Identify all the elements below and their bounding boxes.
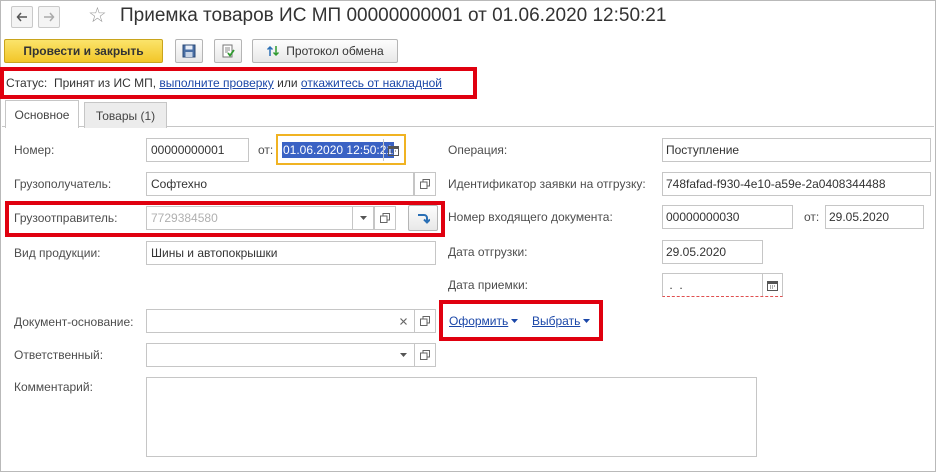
base-doc-open-button[interactable] <box>414 309 436 333</box>
open-window-icon <box>420 350 430 360</box>
close-icon <box>400 317 407 325</box>
shipper-dropdown-button[interactable] <box>352 206 374 230</box>
shipment-id-field[interactable]: 748fafad-f930-4e10-a59e-2a0408344488 <box>662 172 931 196</box>
tab-main[interactable]: Основное <box>5 100 79 128</box>
choose-link-group[interactable]: Выбрать <box>532 314 591 328</box>
arrow-right-icon <box>44 12 55 22</box>
window-title: Приемка товаров ИС МП 00000000001 от 01.… <box>120 5 667 26</box>
open-window-icon <box>420 316 430 326</box>
favorite-star-icon[interactable]: ☆ <box>88 3 107 28</box>
date-field-value: 01.06.2020 12:50:21 <box>282 142 395 158</box>
post-and-close-button[interactable]: Провести и закрыть <box>4 39 163 63</box>
save-icon <box>182 44 196 58</box>
shipment-id-label: Идентификатор заявки на отгрузку: <box>448 177 646 191</box>
status-or: или <box>277 76 298 90</box>
consignee-label: Грузополучатель: <box>14 177 112 191</box>
incoming-doc-field[interactable]: 00000000030 <box>662 205 793 229</box>
curved-arrow-icon <box>418 214 430 224</box>
base-doc-label: Документ-основание: <box>14 315 134 329</box>
arrow-left-icon <box>16 12 27 22</box>
incoming-date-from-label: от: <box>804 210 820 224</box>
tab-goods[interactable]: Товары (1) <box>84 102 167 128</box>
status-text: Принят из ИС МП, <box>53 76 157 90</box>
forward-button[interactable] <box>38 6 60 28</box>
operation-label: Операция: <box>448 143 508 157</box>
refuse-link[interactable]: откажитесь от накладной <box>301 76 442 90</box>
incoming-date-field[interactable]: 29.05.2020 <box>825 205 924 229</box>
product-type-label: Вид продукции: <box>14 246 101 260</box>
responsible-field[interactable] <box>146 343 415 367</box>
exchange-log-label: Протокол обмена <box>286 44 384 58</box>
exchange-log-button[interactable]: Протокол обмена <box>252 39 398 63</box>
responsible-label: Ответственный: <box>14 348 104 362</box>
calendar-icon <box>388 145 399 156</box>
chevron-down-icon <box>511 319 519 323</box>
status-prefix: Статус: <box>6 76 48 90</box>
status-line: Статус: Принят из ИС МП, выполните прове… <box>6 76 442 90</box>
operation-field[interactable]: Поступление <box>662 138 931 162</box>
responsible-open-button[interactable] <box>414 343 436 367</box>
post-document-icon <box>222 44 235 58</box>
accept-date-label: Дата приемки: <box>448 278 528 292</box>
check-link[interactable]: выполните проверку <box>159 76 273 90</box>
choose-link[interactable]: Выбрать <box>532 314 580 328</box>
open-window-icon <box>420 179 430 189</box>
number-field[interactable]: 00000000001 <box>146 138 249 162</box>
shipper-field[interactable]: 7729384580 <box>146 206 374 230</box>
date-from-label: от: <box>258 143 274 157</box>
base-doc-clear-button[interactable] <box>393 309 415 333</box>
accept-date-value: . . <box>666 278 683 292</box>
comment-field[interactable] <box>146 377 757 457</box>
accept-date-field[interactable]: . . <box>662 273 783 297</box>
save-button[interactable] <box>175 39 203 63</box>
consignee-open-button[interactable] <box>414 172 436 196</box>
accept-date-calendar-button[interactable] <box>762 274 782 296</box>
ship-date-field[interactable]: 29.05.2020 <box>662 240 763 264</box>
create-link-group[interactable]: Оформить <box>449 314 519 328</box>
product-type-field[interactable]: Шины и автопокрышки <box>146 241 436 265</box>
date-calendar-button[interactable] <box>383 139 403 161</box>
shipper-open-button[interactable] <box>374 206 396 230</box>
shipper-label: Грузоотправитель: <box>14 211 118 225</box>
number-label: Номер: <box>14 143 55 157</box>
ship-date-label: Дата отгрузки: <box>448 245 528 259</box>
consignee-field[interactable]: Софтехно <box>146 172 414 196</box>
base-doc-field[interactable] <box>146 309 415 333</box>
chevron-down-icon <box>583 319 591 323</box>
exchange-arrows-icon <box>267 45 280 57</box>
responsible-dropdown-button[interactable] <box>393 343 415 367</box>
calendar-icon <box>767 280 778 291</box>
chevron-down-icon <box>359 216 367 220</box>
open-window-icon <box>380 213 390 223</box>
date-field-focused[interactable]: 01.06.2020 12:50:21 <box>276 134 406 165</box>
post-document-button[interactable] <box>214 39 242 63</box>
comment-label: Комментарий: <box>14 380 93 394</box>
create-link[interactable]: Оформить <box>449 314 508 328</box>
incoming-doc-label: Номер входящего документа: <box>448 210 613 224</box>
shipper-fill-button[interactable] <box>408 205 438 231</box>
chevron-down-icon <box>400 353 407 357</box>
back-button[interactable] <box>11 6 33 28</box>
